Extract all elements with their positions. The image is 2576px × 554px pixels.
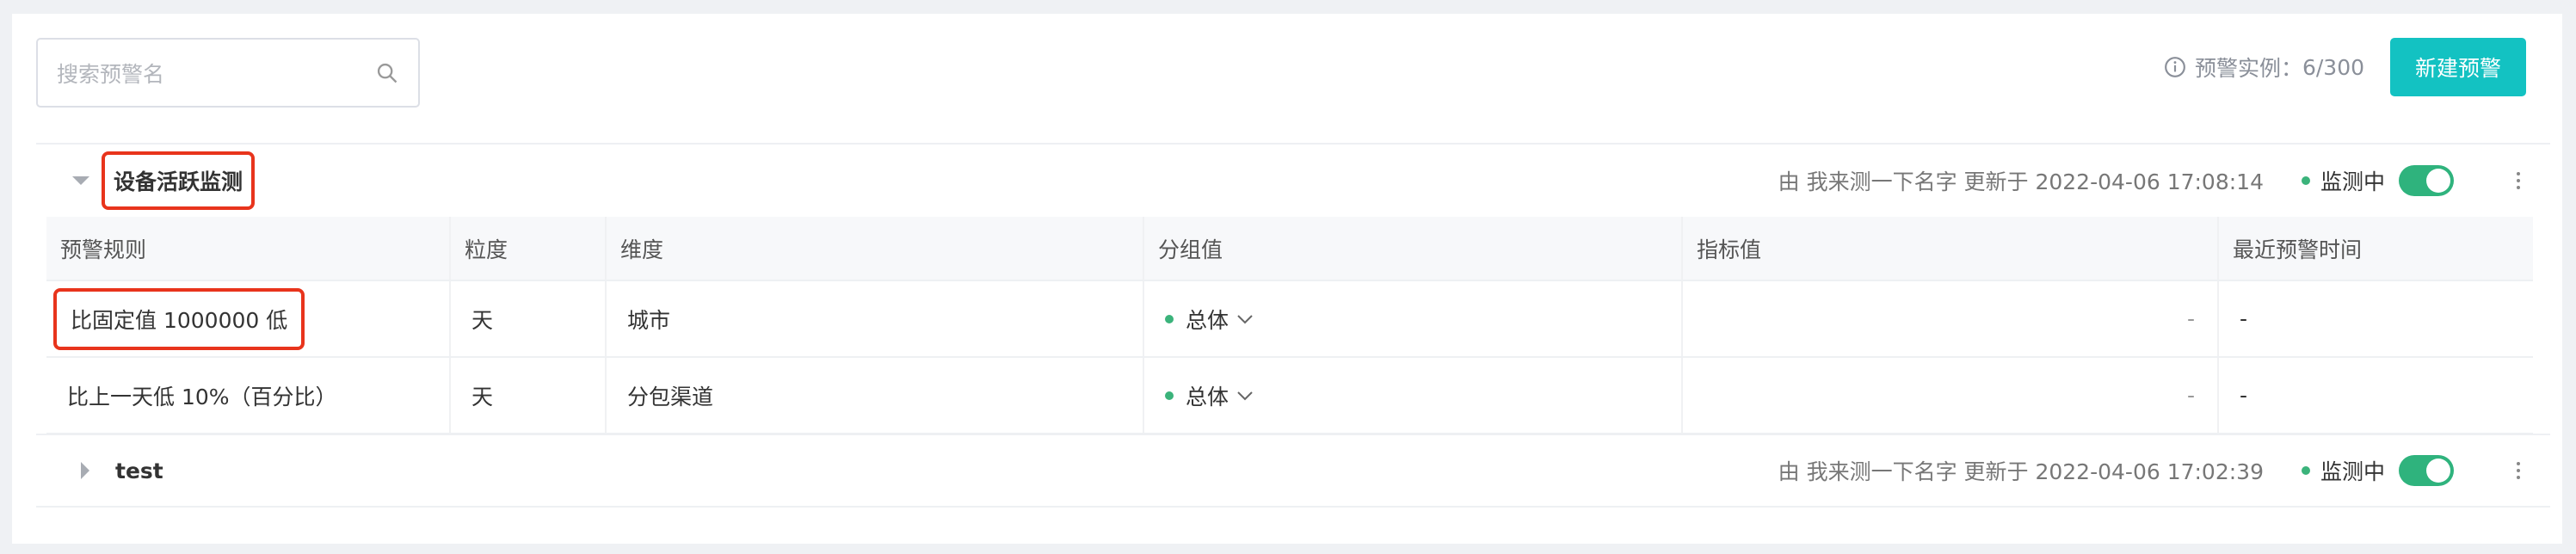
caret-down-icon[interactable] — [72, 176, 89, 185]
new-alert-button[interactable]: 新建预警 — [2390, 38, 2526, 96]
monitor-toggle[interactable] — [2399, 165, 2454, 196]
column-header: 指标值 — [1682, 217, 2219, 281]
group-updated-info: 由 我来测一下名字 更新于 2022-04-06 17:02:39 — [1778, 459, 2264, 484]
info-icon — [2165, 57, 2185, 77]
granularity-cell: 天 — [450, 357, 607, 434]
table-row[interactable]: 比固定值 1000000 低 天 城市 总体 - - — [46, 280, 2533, 358]
group-status: 监测中 — [2320, 169, 2385, 194]
last-alert-cell: - — [2218, 357, 2533, 434]
instance-count: 预警实例： 6/300 — [2164, 52, 2364, 83]
status-dot-icon — [2301, 466, 2310, 475]
group-value-label: 总体 — [1186, 384, 1229, 409]
rule-cell: 比固定值 1000000 低 — [46, 280, 451, 358]
alert-rules-table: 预警规则 粒度 维度 分组值 指标值 最近预警时间 比固定值 1000000 低… — [46, 217, 2533, 434]
group-value-cell: 总体 — [1143, 357, 1683, 434]
table-row[interactable]: 比上一天低 10%（百分比） 天 分包渠道 总体 - - — [46, 357, 2533, 434]
rule-text: 比上一天低 10%（百分比） — [67, 384, 337, 409]
column-header: 分组值 — [1143, 217, 1683, 281]
alert-group-header[interactable]: 设备活跃监测 由 我来测一下名字 更新于 2022-04-06 17:08:14… — [36, 143, 2550, 217]
column-header: 粒度 — [450, 217, 607, 281]
status-dot-icon — [1165, 391, 1174, 400]
group-value-label: 总体 — [1186, 307, 1229, 333]
group-status: 监测中 — [2320, 459, 2385, 484]
caret-right-icon[interactable] — [81, 462, 89, 479]
alert-group-header[interactable]: test 由 我来测一下名字 更新于 2022-04-06 17:02:39 监… — [36, 434, 2550, 508]
search-icon[interactable] — [375, 61, 399, 85]
table-header-row: 预警规则 粒度 维度 分组值 指标值 最近预警时间 — [46, 217, 2533, 281]
group-name: test — [115, 458, 163, 483]
status-dot-icon — [1165, 314, 1174, 323]
monitor-toggle[interactable] — [2399, 455, 2454, 486]
last-alert-cell: - — [2218, 280, 2533, 358]
instance-label: 预警实例： — [2194, 56, 2302, 81]
status-dot-icon — [2301, 176, 2310, 185]
rule-cell: 比上一天低 10%（百分比） — [46, 357, 451, 434]
group-value-dropdown[interactable]: 总体 — [1165, 304, 1681, 335]
group-value-cell: 总体 — [1143, 280, 1683, 358]
column-header: 最近预警时间 — [2218, 217, 2533, 281]
column-header: 维度 — [606, 217, 1144, 281]
search-placeholder: 搜索预警名 — [57, 61, 165, 87]
metric-cell: - — [1682, 357, 2219, 434]
group-updated-info: 由 我来测一下名字 更新于 2022-04-06 17:08:14 — [1778, 169, 2264, 194]
chevron-down-icon — [1237, 391, 1253, 400]
chevron-down-icon — [1237, 314, 1253, 323]
dimension-cell: 分包渠道 — [606, 357, 1144, 434]
instance-value: 6/300 — [2302, 54, 2364, 80]
dimension-cell: 城市 — [606, 280, 1144, 358]
granularity-cell: 天 — [450, 280, 607, 358]
group-value-dropdown[interactable]: 总体 — [1165, 380, 1681, 411]
rule-text: 比固定值 1000000 低 — [53, 287, 305, 350]
metric-cell: - — [1682, 280, 2219, 358]
search-input[interactable]: 搜索预警名 — [36, 38, 420, 108]
group-name: 设备活跃监测 — [102, 151, 256, 210]
more-icon[interactable] — [2497, 460, 2540, 481]
more-icon[interactable] — [2497, 170, 2540, 191]
column-header: 预警规则 — [46, 217, 451, 281]
